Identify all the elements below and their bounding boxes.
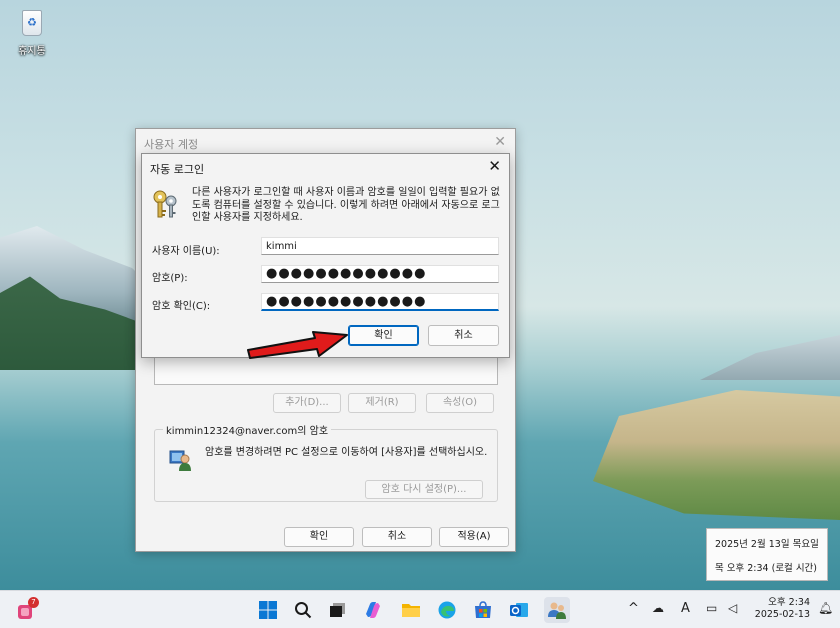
confirm-password-field[interactable]: ●●●●●●●●●●●●●	[261, 293, 499, 311]
close-icon[interactable]: ✕	[494, 134, 506, 150]
properties-button[interactable]: 속성(O)	[426, 393, 494, 413]
onedrive-icon[interactable]: ☁	[652, 601, 664, 615]
password-group: kimmin12324@naver.com의 암호 암호를 변경하려면 PC 설…	[154, 422, 498, 502]
widgets-button[interactable]: 7	[16, 597, 39, 621]
folder-icon	[402, 604, 420, 617]
confirm-password-label: 암호 확인(C):	[152, 301, 211, 312]
cancel-button[interactable]: 취소	[428, 325, 499, 346]
file-explorer-button[interactable]	[400, 599, 422, 621]
edge-button[interactable]	[436, 599, 458, 621]
taskbar-time: 오후 2:34	[768, 597, 810, 608]
username-field[interactable]: kimmi	[261, 237, 499, 255]
password-field[interactable]: ●●●●●●●●●●●●●	[261, 265, 499, 283]
wallpaper-grass	[593, 390, 840, 520]
red-arrow-annotation	[247, 331, 348, 359]
clock-tooltip-time: 목 오후 2:34 (로컬 시간)	[715, 563, 818, 574]
users-icon	[548, 602, 566, 619]
notification-badge: 7	[28, 597, 39, 608]
ok-button[interactable]: 확인	[284, 527, 354, 547]
edge-icon	[438, 601, 456, 619]
input-method-icon[interactable]: A	[681, 601, 690, 616]
chevron-up-icon[interactable]: ^	[628, 601, 639, 616]
search-button[interactable]	[292, 599, 314, 621]
auto-login-description: 다른 사용자가 로그인할 때 사용자 이름과 암호를 일일이 입력할 필요가 없…	[192, 187, 500, 223]
clock-tooltip-date: 2025년 2월 13일 목요일	[715, 539, 819, 550]
recycle-bin-label: 휴지통	[18, 46, 46, 57]
user-accounts-titlebar: 사용자 계정 ✕	[136, 129, 515, 156]
start-button[interactable]	[257, 599, 279, 621]
outlook-button[interactable]	[508, 599, 530, 621]
wallpaper-mountain-right	[700, 335, 840, 380]
windows-icon	[259, 601, 277, 619]
username-label: 사용자 이름(U):	[152, 246, 220, 257]
store-button[interactable]	[472, 599, 494, 621]
user-accounts-title: 사용자 계정	[144, 138, 199, 151]
add-button[interactable]: 추가(D)...	[273, 393, 341, 413]
reset-password-button[interactable]: 암호 다시 설정(P)...	[365, 480, 483, 499]
network-icon[interactable]: ▭	[706, 601, 717, 615]
close-icon[interactable]: ✕	[488, 157, 501, 175]
remove-button[interactable]: 제거(R)	[348, 393, 416, 413]
auto-login-titlebar: 자동 로그인 ✕	[142, 154, 509, 180]
password-label: 암호(P):	[152, 273, 188, 284]
taskbar: 7 ^ ☁ A ▭ ◁ 오후 2:34 2025-02-13 🔔︎	[0, 590, 840, 628]
keys-icon	[153, 190, 177, 218]
recycle-bin-icon: ♻	[17, 6, 47, 38]
copilot-icon	[366, 602, 380, 618]
user-account-icon	[169, 450, 191, 471]
recycle-bin[interactable]: ♻ 휴지통	[8, 6, 56, 57]
password-group-text: 암호를 변경하려면 PC 설정으로 이동하여 [사용자]를 선택하십시오.	[205, 447, 488, 458]
apply-button[interactable]: 적용(A)	[439, 527, 509, 547]
notification-bell-icon[interactable]: 🔔︎	[818, 601, 833, 615]
cancel-button[interactable]: 취소	[362, 527, 432, 547]
copilot-button[interactable]	[362, 599, 384, 621]
task-view-icon	[330, 603, 345, 617]
task-view-button[interactable]	[327, 599, 349, 621]
outlook-icon	[510, 603, 528, 617]
clock-tooltip: 2025년 2월 13일 목요일 목 오후 2:34 (로컬 시간)	[706, 528, 828, 581]
auto-login-title: 자동 로그인	[150, 163, 205, 176]
taskbar-clock[interactable]: 오후 2:34 2025-02-13	[752, 597, 810, 621]
password-group-title: kimmin12324@naver.com의 암호	[163, 422, 332, 437]
user-accounts-taskbar-button[interactable]	[544, 597, 570, 623]
taskbar-date: 2025-02-13	[754, 609, 810, 620]
ok-button[interactable]: 확인	[348, 325, 419, 346]
search-icon	[295, 602, 312, 619]
volume-icon[interactable]: ◁	[728, 601, 737, 615]
store-icon	[475, 601, 491, 618]
